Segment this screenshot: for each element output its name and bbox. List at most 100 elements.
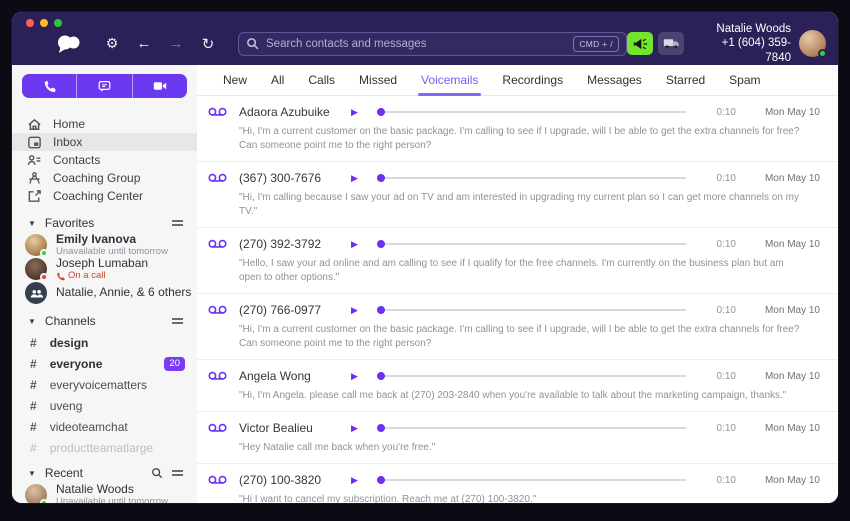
channel-item-everyvoicematters[interactable]: # everyvoicematters bbox=[12, 374, 197, 395]
current-user-avatar[interactable] bbox=[799, 30, 826, 57]
app-window: ⚙ ← → ↻ Search contacts and messages CMD… bbox=[12, 12, 838, 503]
recent-menu-icon[interactable] bbox=[172, 469, 183, 477]
current-user-name: Natalie Woods bbox=[698, 22, 791, 36]
play-button[interactable]: ▶ bbox=[351, 371, 377, 382]
zoom-window-button[interactable] bbox=[54, 19, 62, 27]
contact-list-item[interactable]: Emily Ivanova Unavailable until tomorrow bbox=[12, 233, 197, 257]
sidebar: Home Inbox Contacts Coaching Group Coach… bbox=[12, 65, 197, 503]
voicemail-transcript: "Hi, I'm a current customer on the basic… bbox=[239, 323, 800, 351]
channel-item-design[interactable]: # design bbox=[12, 332, 197, 353]
channels-section-header[interactable]: ▼ Channels bbox=[12, 314, 197, 328]
contact-list-item[interactable]: Natalie Woods Unavailable until tomorrow bbox=[12, 483, 197, 503]
tab-messages[interactable]: Messages bbox=[575, 65, 654, 95]
channel-name: everyone bbox=[50, 357, 103, 371]
delivery-truck-button[interactable] bbox=[658, 32, 684, 55]
tab-recordings[interactable]: Recordings bbox=[490, 65, 575, 95]
channel-name: design bbox=[50, 336, 89, 350]
tab-starred[interactable]: Starred bbox=[654, 65, 717, 95]
contact-name: Natalie Woods bbox=[56, 483, 168, 497]
channel-item-productteamatlarge[interactable]: # productteamatlarge bbox=[12, 437, 197, 458]
tab-label: Messages bbox=[587, 73, 642, 87]
unread-count-badge: 20 bbox=[164, 357, 185, 371]
playback-slider[interactable] bbox=[377, 240, 686, 248]
voicemail-row[interactable]: Angela Wong ▶ 0:10 Mon May 10 "Hi, I'm A… bbox=[197, 360, 838, 412]
sidebar-item-contacts[interactable]: Contacts bbox=[12, 151, 197, 169]
refresh-icon[interactable]: ↻ bbox=[192, 35, 224, 53]
tab-all[interactable]: All bbox=[259, 65, 296, 95]
recent-section-header[interactable]: ▼ Recent bbox=[12, 466, 197, 480]
voicemail-transcript: "Hey Natalie call me back when you're fr… bbox=[239, 441, 800, 455]
settings-gear-icon[interactable]: ⚙ bbox=[96, 35, 128, 52]
play-button[interactable]: ▶ bbox=[351, 107, 377, 118]
new-call-button[interactable] bbox=[22, 74, 77, 98]
voicemail-date: Mon May 10 bbox=[744, 239, 820, 250]
voicemail-row[interactable]: (270) 766-0977 ▶ 0:10 Mon May 10 "Hi, I'… bbox=[197, 294, 838, 360]
tab-calls[interactable]: Calls bbox=[296, 65, 347, 95]
chat-icon bbox=[98, 80, 111, 93]
global-search-input[interactable]: Search contacts and messages CMD + / bbox=[238, 32, 627, 56]
voicemail-icon bbox=[207, 368, 229, 384]
nav-item-label: Inbox bbox=[53, 135, 82, 149]
tab-missed[interactable]: Missed bbox=[347, 65, 409, 95]
tab-spam[interactable]: Spam bbox=[717, 65, 772, 95]
slider-handle[interactable] bbox=[377, 476, 385, 484]
voicemail-row[interactable]: (270) 100-3820 ▶ 0:10 Mon May 10 "Hi I w… bbox=[197, 464, 838, 503]
channel-item-videoteamchat[interactable]: # videoteamchat bbox=[12, 416, 197, 437]
sidebar-nav: Home Inbox Contacts Coaching Group Coach… bbox=[12, 115, 197, 205]
contact-list-item[interactable]: Natalie, Annie, & 6 others bbox=[12, 281, 197, 305]
recent-search-icon[interactable] bbox=[151, 467, 163, 479]
contact-list-item[interactable]: Joseph Lumaban On a call bbox=[12, 257, 197, 281]
slider-handle[interactable] bbox=[377, 240, 385, 248]
nav-item-label: Home bbox=[53, 117, 85, 131]
slider-handle[interactable] bbox=[377, 306, 385, 314]
playback-slider[interactable] bbox=[377, 372, 686, 380]
voicemail-transcript: "Hi, I'm calling because I saw your ad o… bbox=[239, 191, 800, 219]
sidebar-item-home[interactable]: Home bbox=[12, 115, 197, 133]
sidebar-item-coaching-group[interactable]: Coaching Group bbox=[12, 169, 197, 187]
voicemail-row[interactable]: Adaora Azubuike ▶ 0:10 Mon May 10 "Hi, I… bbox=[197, 96, 838, 162]
voicemail-icon bbox=[207, 420, 229, 436]
voicemail-row[interactable]: (270) 392-3792 ▶ 0:10 Mon May 10 "Hello,… bbox=[197, 228, 838, 294]
playback-slider[interactable] bbox=[377, 108, 686, 116]
voicemail-icon bbox=[207, 236, 229, 252]
playback-slider[interactable] bbox=[377, 424, 686, 432]
voicemail-row[interactable]: Victor Bealieu ▶ 0:10 Mon May 10 "Hey Na… bbox=[197, 412, 838, 464]
play-button[interactable]: ▶ bbox=[351, 239, 377, 250]
tab-label: All bbox=[271, 73, 284, 87]
new-video-call-button[interactable] bbox=[133, 74, 187, 98]
favorites-section-header[interactable]: ▼ Favorites bbox=[12, 216, 197, 230]
slider-handle[interactable] bbox=[377, 372, 385, 380]
back-arrow-icon[interactable]: ← bbox=[128, 35, 160, 52]
channels-menu-icon[interactable] bbox=[172, 317, 183, 325]
slider-handle[interactable] bbox=[377, 424, 385, 432]
play-button[interactable]: ▶ bbox=[351, 423, 377, 434]
play-button[interactable]: ▶ bbox=[351, 475, 377, 486]
tab-label: Calls bbox=[308, 73, 335, 87]
dialpad-logo-icon bbox=[56, 33, 86, 55]
new-message-button[interactable] bbox=[77, 74, 132, 98]
playback-slider[interactable] bbox=[377, 174, 686, 182]
announcement-megaphone-button[interactable] bbox=[627, 32, 653, 55]
tab-voicemails[interactable]: Voicemails bbox=[409, 65, 490, 95]
favorites-menu-icon[interactable] bbox=[172, 219, 183, 227]
channel-name: everyvoicematters bbox=[50, 378, 147, 392]
voicemail-row[interactable]: (367) 300-7676 ▶ 0:10 Mon May 10 "Hi, I'… bbox=[197, 162, 838, 228]
tab-new[interactable]: New bbox=[211, 65, 259, 95]
forward-arrow-icon[interactable]: → bbox=[160, 35, 192, 52]
channel-item-uveng[interactable]: # uveng bbox=[12, 395, 197, 416]
play-button[interactable]: ▶ bbox=[351, 305, 377, 316]
inbox-tabs: New All Calls Missed Voicemails Recordin… bbox=[197, 65, 838, 96]
playback-slider[interactable] bbox=[377, 476, 686, 484]
minimize-window-button[interactable] bbox=[40, 19, 48, 27]
video-camera-icon bbox=[153, 80, 167, 92]
playback-slider[interactable] bbox=[377, 306, 686, 314]
slider-handle[interactable] bbox=[377, 108, 385, 116]
current-user-info[interactable]: Natalie Woods +1 (604) 359-7840 bbox=[698, 22, 791, 65]
close-window-button[interactable] bbox=[26, 19, 34, 27]
sidebar-item-coaching-center[interactable]: Coaching Center bbox=[12, 187, 197, 205]
channel-item-everyone[interactable]: # everyone 20 bbox=[12, 353, 197, 374]
slider-handle[interactable] bbox=[377, 174, 385, 182]
sidebar-item-inbox[interactable]: Inbox bbox=[12, 133, 197, 151]
slider-track bbox=[385, 427, 686, 429]
play-button[interactable]: ▶ bbox=[351, 173, 377, 184]
